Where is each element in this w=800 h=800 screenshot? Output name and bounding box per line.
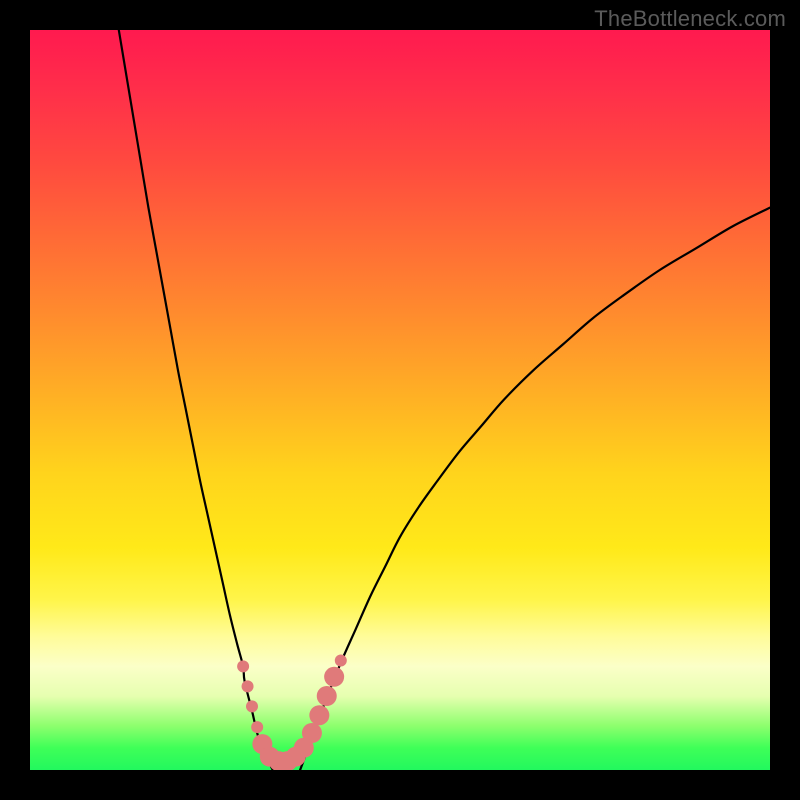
plot-area bbox=[30, 30, 770, 770]
marker-dot bbox=[302, 723, 322, 743]
marker-dot bbox=[309, 705, 329, 725]
marker-dot bbox=[246, 700, 258, 712]
marker-dot bbox=[335, 654, 347, 666]
marker-group bbox=[237, 654, 347, 770]
watermark-text: TheBottleneck.com bbox=[594, 6, 786, 32]
curve-left-branch bbox=[119, 30, 273, 770]
chart-svg bbox=[30, 30, 770, 770]
curve-right-branch bbox=[300, 208, 770, 770]
marker-dot bbox=[242, 680, 254, 692]
marker-dot bbox=[251, 721, 263, 733]
marker-dot bbox=[324, 667, 344, 687]
marker-dot bbox=[317, 686, 337, 706]
chart-frame: TheBottleneck.com bbox=[0, 0, 800, 800]
marker-dot bbox=[237, 660, 249, 672]
